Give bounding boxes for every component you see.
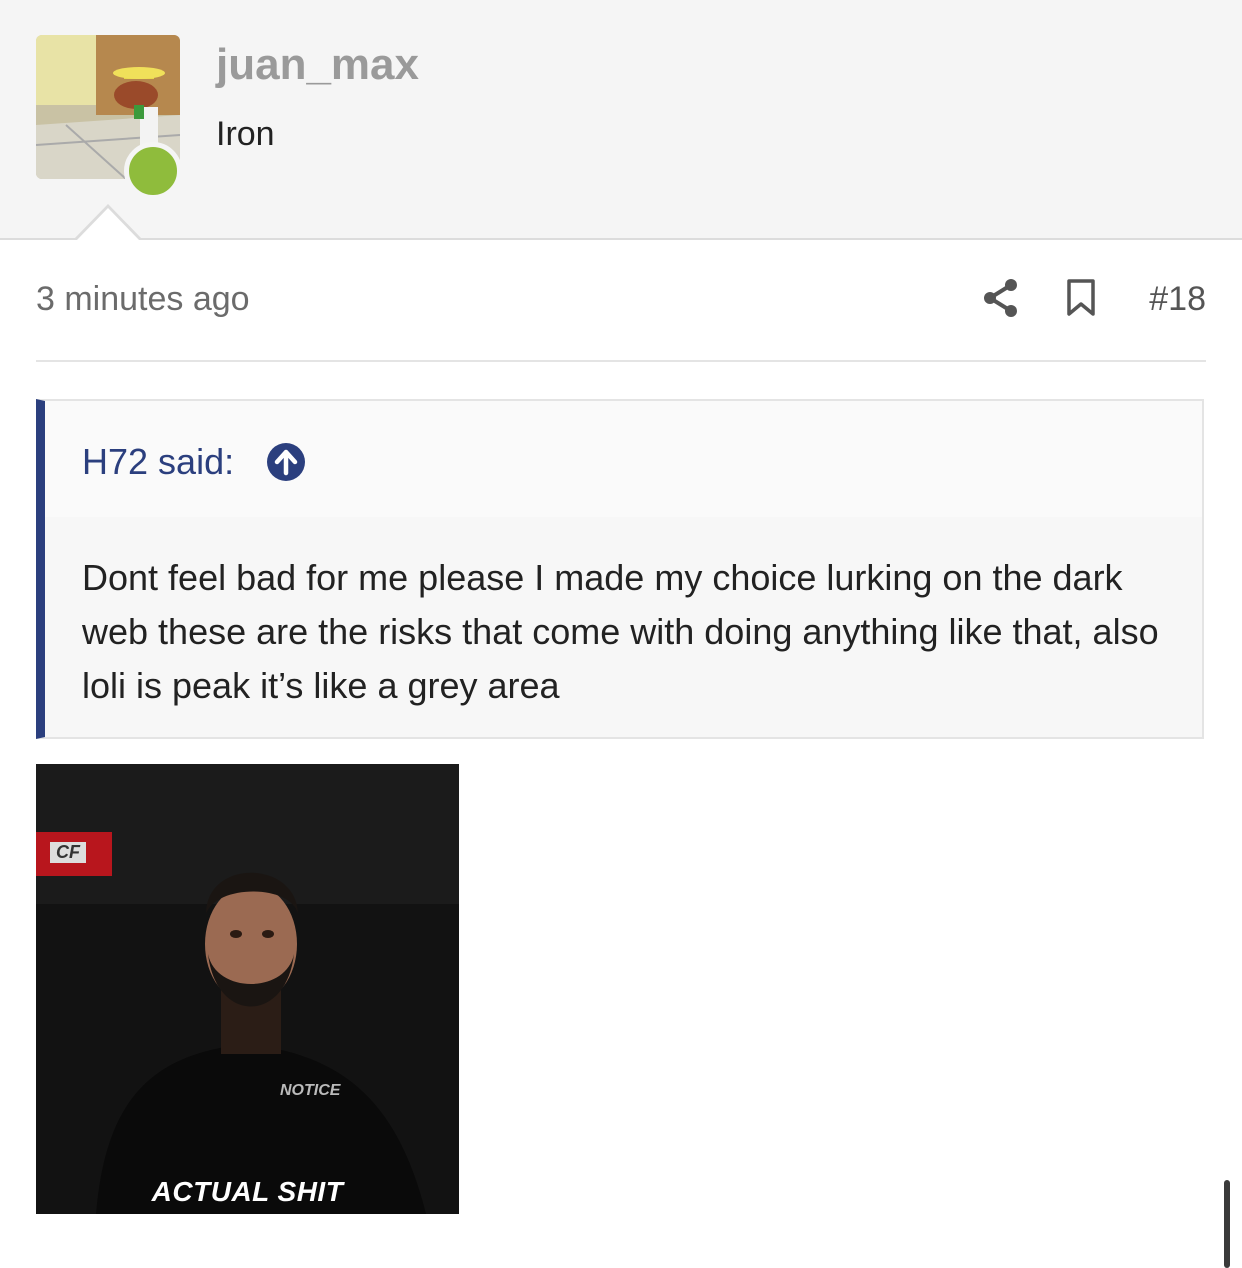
post-meta-bar: 3 minutes ago #18 [36,270,1206,362]
quote-body-text: Dont feel bad for me please I made my ch… [82,557,1159,706]
username[interactable]: juan_max [216,40,419,90]
user-header: juan_max Iron [0,0,1242,240]
arrow-up-circle-icon[interactable] [267,443,305,481]
share-icon[interactable] [982,278,1020,318]
quote-author-label[interactable]: H72 said: [82,441,234,483]
scrollbar[interactable] [1224,1180,1230,1268]
quote-header: H72 said: [45,401,1202,517]
user-title: Iron [216,115,275,153]
cf-logo: CF [36,832,112,876]
bookmark-icon[interactable] [1066,279,1096,317]
header-pointer-fill [76,208,140,241]
post-number-link[interactable]: #18 [1149,280,1206,319]
post-timestamp[interactable]: 3 minutes ago [36,280,250,319]
cf-logo-text: CF [50,842,86,863]
quote-block: H72 said: Dont feel bad for me please I … [36,399,1204,739]
online-status-indicator [124,142,182,200]
reaction-gif[interactable]: CF NOTICE ACTUAL SHIT [36,764,459,1214]
gif-caption: ACTUAL SHIT [151,1176,344,1207]
shirt-logo-text: NOTICE [280,1082,341,1099]
